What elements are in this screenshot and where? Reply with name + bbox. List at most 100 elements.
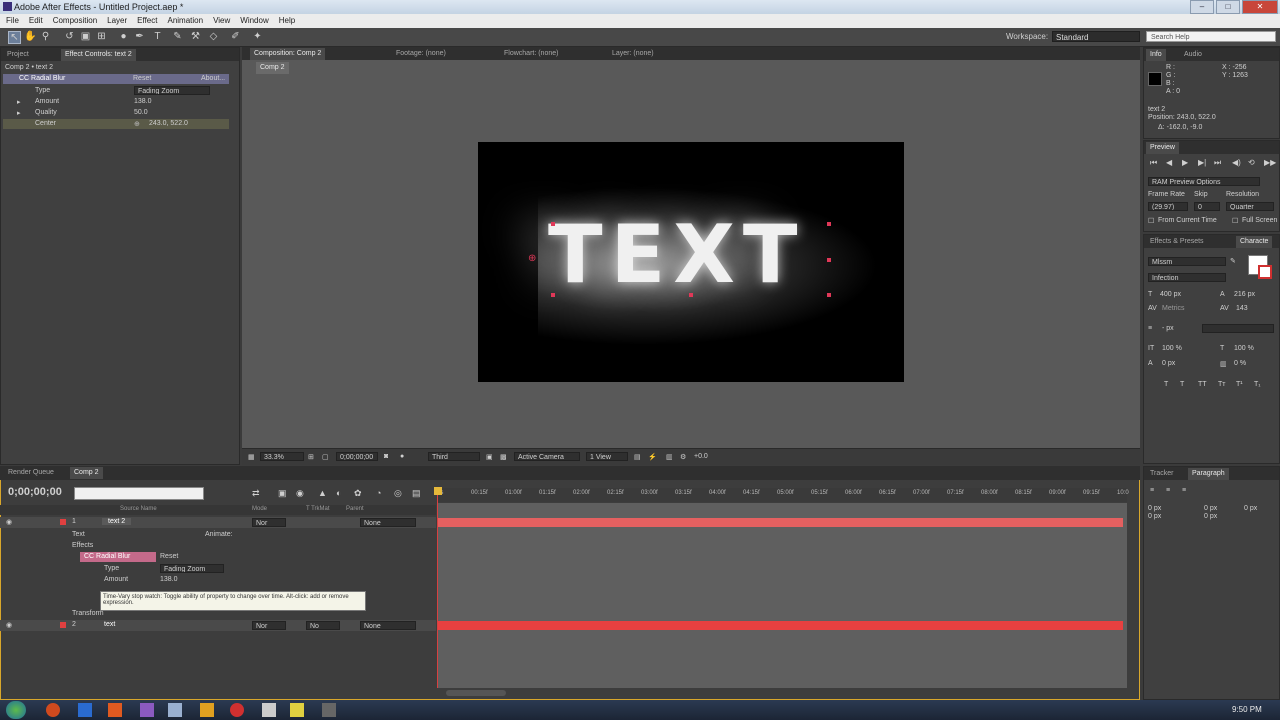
region-of-interest-icon[interactable]: ▣ bbox=[486, 453, 493, 461]
time-ruler[interactable]: 0s00:15f01:00f01:15f02:00f02:15f03:00f03… bbox=[437, 488, 1129, 502]
quality-value[interactable]: 50.0 bbox=[134, 109, 148, 116]
align-center-icon[interactable]: ≡ bbox=[1166, 487, 1170, 494]
tab-paragraph[interactable]: Paragraph bbox=[1188, 468, 1229, 480]
menu-file[interactable]: File bbox=[6, 14, 19, 28]
chrome-icon[interactable] bbox=[230, 703, 244, 717]
draft-3d-icon[interactable]: ▣ bbox=[278, 488, 287, 499]
resolution-select[interactable]: Quarter bbox=[1226, 202, 1274, 211]
app-purple-icon[interactable] bbox=[140, 703, 154, 717]
row-text[interactable]: Text bbox=[72, 531, 85, 538]
brainstorm-icon[interactable]: ✿ bbox=[354, 488, 362, 499]
close-button[interactable]: ✕ bbox=[1242, 0, 1278, 14]
kerning-value[interactable]: Metrics bbox=[1162, 305, 1185, 312]
menu-layer[interactable]: Layer bbox=[107, 14, 127, 28]
explorer-icon[interactable] bbox=[290, 703, 304, 717]
mask-visibility-icon[interactable]: ▢ bbox=[322, 453, 329, 461]
layer1-name[interactable]: text 2 bbox=[102, 518, 132, 525]
layer1-duration-bar[interactable] bbox=[437, 518, 1123, 527]
layer1-mode-dropdown[interactable]: Nor bbox=[252, 518, 286, 527]
timeline-icon[interactable]: ▥ bbox=[666, 453, 673, 461]
app-dark-icon[interactable] bbox=[322, 703, 336, 717]
font-family-dropdown[interactable]: Mlssm bbox=[1148, 257, 1226, 266]
search-help-input[interactable]: Search Help bbox=[1146, 31, 1276, 42]
layer1-label-color[interactable] bbox=[60, 519, 66, 525]
menu-edit[interactable]: Edit bbox=[29, 14, 43, 28]
toggle-pixel-icon[interactable]: ▤ bbox=[634, 453, 641, 461]
exposure-value[interactable]: +0.0 bbox=[694, 453, 708, 460]
layer2-visibility-icon[interactable]: ◉ bbox=[6, 621, 12, 629]
expand-amount-icon[interactable]: ▸ bbox=[17, 98, 21, 106]
tab-info[interactable]: Info bbox=[1146, 49, 1166, 61]
tab-composition[interactable]: Composition: Comp 2 bbox=[250, 48, 326, 60]
align-left-icon[interactable]: ≡ bbox=[1150, 487, 1154, 494]
hand-tool-icon[interactable]: ✋ bbox=[24, 31, 36, 42]
graph-editor-icon[interactable]: ◎ bbox=[394, 488, 402, 499]
row-transform[interactable]: Transform bbox=[72, 610, 104, 617]
timeline-search-input[interactable] bbox=[74, 487, 204, 500]
minimize-button[interactable]: – bbox=[1190, 0, 1214, 14]
view-layout-dropdown[interactable]: 1 View bbox=[586, 452, 628, 461]
menu-animation[interactable]: Animation bbox=[167, 14, 203, 28]
grid-icon[interactable]: ⊞ bbox=[308, 453, 314, 461]
tab-layer[interactable]: Layer: (none) bbox=[608, 48, 658, 60]
folder-icon[interactable] bbox=[200, 703, 214, 717]
layer2-name[interactable]: text bbox=[104, 621, 115, 628]
camera-tool-icon[interactable]: ▣ bbox=[80, 31, 91, 42]
all-caps-icon[interactable]: TT bbox=[1198, 381, 1207, 388]
transparency-grid-icon[interactable]: ▩ bbox=[500, 453, 507, 461]
rotate-tool-icon[interactable]: ↺ bbox=[64, 31, 75, 42]
header-mode[interactable]: Mode bbox=[252, 506, 267, 512]
tab-footage[interactable]: Footage: (none) bbox=[392, 48, 450, 60]
tab-render-queue[interactable]: Render Queue bbox=[4, 467, 58, 479]
faux-bold-icon[interactable]: T bbox=[1164, 381, 1168, 388]
handle-top-left[interactable] bbox=[551, 222, 555, 226]
handle-top-right[interactable] bbox=[827, 222, 831, 226]
subscript-icon[interactable]: T₁ bbox=[1254, 381, 1261, 388]
selection-tool-icon[interactable]: ↖ bbox=[8, 31, 21, 44]
stroke-style-dropdown[interactable] bbox=[1202, 324, 1274, 333]
row-effects[interactable]: Effects bbox=[72, 542, 93, 549]
tab-project[interactable]: Project bbox=[3, 49, 33, 61]
header-parent[interactable]: Parent bbox=[346, 506, 364, 512]
tab-effects-presets[interactable]: Effects & Presets bbox=[1146, 236, 1208, 248]
stroke-color-swatch[interactable] bbox=[1258, 265, 1272, 279]
baseline-shift-value[interactable]: 0 px bbox=[1162, 360, 1175, 367]
effect-about-link[interactable]: About... bbox=[201, 75, 225, 82]
tab-flowchart[interactable]: Flowchart: (none) bbox=[500, 48, 562, 60]
expand-quality-icon[interactable]: ▸ bbox=[17, 109, 21, 117]
composition-canvas[interactable]: TEXT ⊕ bbox=[478, 142, 904, 382]
ram-preview-icon[interactable]: ▶▶ bbox=[1264, 158, 1276, 167]
first-frame-icon[interactable]: ⏮ bbox=[1150, 158, 1157, 168]
frame-blending-icon[interactable]: ▲ bbox=[318, 488, 327, 498]
header-trkmat[interactable]: T TrkMat bbox=[306, 506, 330, 512]
pan-behind-tool-icon[interactable]: ⊞ bbox=[96, 31, 107, 42]
font-size-value[interactable]: 400 px bbox=[1160, 291, 1181, 298]
tool-icon[interactable] bbox=[262, 703, 276, 717]
handle-bottom-mid[interactable] bbox=[689, 293, 693, 297]
fast-preview-icon[interactable]: ⚡ bbox=[648, 453, 657, 461]
prev-frame-icon[interactable]: ◀ bbox=[1166, 158, 1172, 167]
brush-tool-icon[interactable]: ✎ bbox=[172, 31, 183, 42]
layer1-visibility-icon[interactable]: ◉ bbox=[6, 518, 12, 526]
flowchart-icon[interactable]: ⚙ bbox=[680, 453, 686, 461]
tab-character[interactable]: Characte bbox=[1236, 236, 1273, 248]
layer2-label-color[interactable] bbox=[60, 622, 66, 628]
superscript-icon[interactable]: T¹ bbox=[1236, 381, 1243, 388]
horizontal-scale-value[interactable]: 100 % bbox=[1234, 345, 1254, 352]
vertical-scale-value[interactable]: 100 % bbox=[1162, 345, 1182, 352]
tab-audio[interactable]: Audio bbox=[1180, 49, 1206, 61]
puppet-tool-icon[interactable]: ✦ bbox=[252, 31, 263, 42]
effect-reset-link[interactable]: Reset bbox=[133, 75, 151, 82]
animate-button[interactable]: Animate: bbox=[205, 531, 233, 538]
indent-left-value[interactable]: 0 px bbox=[1148, 505, 1161, 512]
layer2-duration-bar[interactable] bbox=[437, 621, 1123, 630]
current-time-field[interactable]: 0;00;00;00 bbox=[336, 452, 378, 461]
layer2-parent-dropdown[interactable]: None bbox=[360, 621, 416, 630]
comp-subtab[interactable]: Comp 2 bbox=[256, 62, 289, 74]
menu-effect[interactable]: Effect bbox=[137, 14, 157, 28]
firefox-icon[interactable] bbox=[46, 703, 60, 717]
menu-composition[interactable]: Composition bbox=[53, 14, 97, 28]
menu-help[interactable]: Help bbox=[279, 14, 295, 28]
handle-right-mid[interactable] bbox=[827, 258, 831, 262]
playhead-handle[interactable] bbox=[434, 487, 442, 495]
